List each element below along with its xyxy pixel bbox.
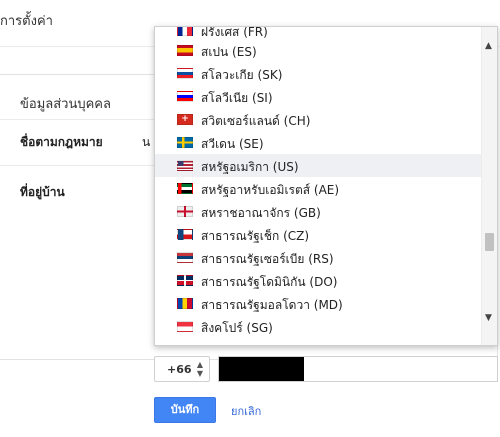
flag-es-icon — [177, 45, 193, 56]
flag-cz-icon — [177, 229, 193, 240]
chevron-down-icon[interactable]: ▼ — [485, 313, 492, 323]
flag-md-icon — [177, 298, 193, 309]
home-address-label: ที่อยู่บ้าน — [20, 185, 65, 199]
flag-sg-icon — [177, 321, 193, 332]
country-dropdown[interactable]: ฝรั่งเศส (FR) สเปน (ES) สโลวะเกีย (SK) ส… — [154, 26, 498, 346]
cancel-link[interactable]: ยกเลิก — [231, 402, 261, 420]
flag-ch-icon: + — [177, 114, 193, 125]
country-code-value: +66 — [167, 363, 192, 376]
country-option[interactable]: สโลวีเนีย (SI) — [155, 85, 481, 108]
country-option[interactable]: สาธารณรัฐโดมินิกัน (DO) — [155, 269, 481, 292]
country-option[interactable]: สเปน (ES) — [155, 39, 481, 62]
country-option[interactable]: สาธารณรัฐเช็ก (CZ) — [155, 223, 481, 246]
flag-rs-icon — [177, 252, 193, 263]
flag-sk-icon — [177, 68, 193, 79]
country-option[interactable]: สหรัฐอาหรับเอมิเรตส์ (AE) — [155, 177, 481, 200]
card-title: ข้อมูลส่วนบุคคล — [20, 97, 111, 112]
country-option[interactable]: สโลวะเกีย (SK) — [155, 62, 481, 85]
flag-gb-icon — [177, 206, 193, 217]
redacted-phone-number — [219, 357, 304, 381]
flag-si-icon — [177, 91, 193, 102]
dropdown-scrollbar[interactable]: ▲ ▼ — [481, 27, 497, 345]
country-option[interactable]: สาธารณรัฐมอลโดวา (MD) — [155, 292, 481, 315]
scrollbar-thumb[interactable] — [485, 233, 494, 251]
up-down-arrows-icon: ▲ ▼ — [196, 360, 203, 378]
country-code-select[interactable]: +66 ▲ ▼ — [154, 356, 210, 382]
country-option[interactable]: สหราชอาณาจักร (GB) — [155, 200, 481, 223]
flag-ae-icon — [177, 183, 193, 194]
flag-do-icon — [177, 275, 193, 286]
country-option[interactable]: + สวิตเซอร์แลนด์ (CH) — [155, 108, 481, 131]
country-option-selected[interactable]: สหรัฐอเมริกา (US) — [155, 154, 481, 177]
page-title: การตั้งค่า — [0, 14, 53, 29]
country-option[interactable]: สิงคโปร์ (SG) — [155, 315, 481, 338]
chevron-up-icon[interactable]: ▲ — [485, 41, 492, 51]
country-option[interactable]: สาธารณรัฐเซอร์เบีย (RS) — [155, 246, 481, 269]
flag-us-icon — [177, 160, 193, 171]
legal-name-value[interactable]: น — [142, 133, 154, 152]
legal-name-label: ชื่อตามกฎหมาย — [20, 135, 103, 149]
flag-se-icon — [177, 137, 193, 148]
save-button[interactable]: บันทึก — [154, 397, 216, 423]
country-option[interactable]: สวีเดน (SE) — [155, 131, 481, 154]
flag-fr-icon — [177, 27, 193, 36]
